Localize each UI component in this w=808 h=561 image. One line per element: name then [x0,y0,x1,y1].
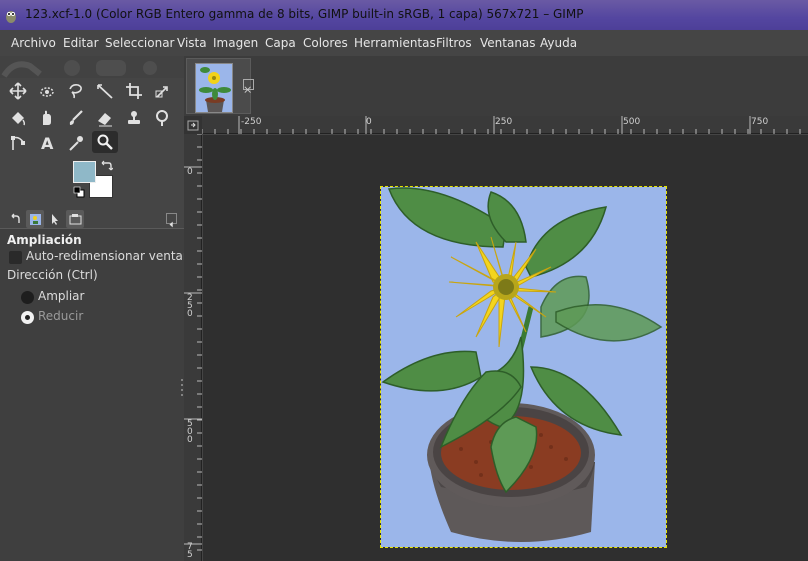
tab-undo-history[interactable] [6,210,24,228]
radio-zoom-in[interactable] [21,291,34,304]
tool-options-icon [69,213,81,224]
measure-tool-icon[interactable] [92,80,118,102]
ruler-corner-button[interactable] [184,116,202,134]
tool-options-panel: Ampliación Auto-redimensionar ventana Di… [0,228,198,561]
text-tool-icon[interactable]: A [34,132,60,154]
menu-colores[interactable]: Colores [303,36,348,50]
menu-editar[interactable]: Editar [63,36,99,50]
menu-ventanas[interactable]: Ventanas [480,36,536,50]
vruler-label: 500 [187,419,193,445]
wilber-drop-area [0,56,184,78]
wilber-decoration-icon [1,60,157,78]
smudge-hand-icon[interactable] [34,107,60,129]
image-canvas[interactable] [380,186,667,548]
crop-tool-icon[interactable] [121,80,147,102]
canvas-area: -250 0 250 500 750 0 250 500 75 [184,116,808,561]
canvas-viewport[interactable] [203,135,808,561]
image-tab-bar [184,56,808,116]
radio-zoom-in-label[interactable]: Ampliar [38,289,84,303]
sunflower-illustration [381,187,663,542]
radio-zoom-out[interactable] [21,311,34,324]
move-tool-icon[interactable] [5,80,31,102]
svg-text:A: A [41,134,54,152]
hruler-label: -250 [241,117,262,127]
eraser-icon[interactable] [92,107,118,129]
bucket-fill-icon[interactable] [5,107,31,129]
quick-mask-arrow-icon [187,120,199,131]
paths-tool-icon[interactable] [5,132,31,154]
image-thumb-icon [29,213,41,225]
toolbox: A Ampliación Auto-redimensionar ventana … [0,56,198,561]
vruler-label: 250 [187,293,193,319]
menu-herramientas[interactable]: Herramientas [354,36,436,50]
undo-icon [11,213,20,223]
tab-pointer[interactable] [46,210,64,228]
vertical-ruler-ticks [184,134,202,551]
tool-options-title: Ampliación [7,233,82,247]
menu-imagen[interactable]: Imagen [213,36,258,50]
sunflower-thumbnail-icon [199,67,231,112]
horizontal-ruler[interactable]: -250 0 250 500 750 [202,116,808,134]
dock-menu-button[interactable] [166,213,177,228]
menu-capa[interactable]: Capa [265,36,296,50]
menu-ayuda[interactable]: Ayuda [540,36,577,50]
title-bar: 123.xcf-1.0 (Color RGB Entero gamma de 8… [0,0,808,30]
color-picker-icon[interactable] [63,132,89,154]
auto-resize-checkbox[interactable] [9,251,22,264]
window-title: 123.xcf-1.0 (Color RGB Entero gamma de 8… [25,7,584,21]
paintbrush-icon[interactable] [63,107,89,129]
menu-vista[interactable]: Vista [177,36,207,50]
close-icon [244,86,251,93]
swap-colors-icon[interactable] [100,160,113,172]
hruler-label: 0 [366,117,372,127]
menu-seleccionar[interactable]: Seleccionar [105,36,174,50]
foreground-color-swatch[interactable] [73,161,96,183]
hruler-label: 750 [751,117,769,127]
vruler-label: 75 [187,542,193,560]
default-colors-icon[interactable] [73,186,85,198]
dock-tab-bar [0,208,184,230]
zoom-tool-icon[interactable] [92,131,118,153]
tab-close-button[interactable] [243,79,254,93]
unified-transform-icon[interactable] [150,80,176,102]
menu-filtros[interactable]: Filtros [436,36,472,50]
pointer-icon [51,213,58,225]
direction-label: Dirección (Ctrl) [7,268,98,282]
free-select-lasso-icon[interactable] [63,80,89,102]
vertical-ruler[interactable]: 0 250 500 75 [184,134,202,561]
hruler-label: 250 [495,117,513,127]
vruler-label: 0 [187,167,193,177]
blur-sharpen-icon[interactable] [150,107,176,129]
radio-zoom-out-label[interactable]: Reducir [38,309,83,323]
tab-tool-options[interactable] [66,210,84,228]
ellipse-select-icon[interactable] [34,80,60,102]
auto-resize-label[interactable]: Auto-redimensionar ventana [26,249,198,263]
image-tab[interactable] [186,58,251,114]
gimp-app-icon [6,11,16,23]
menu-archivo[interactable]: Archivo [11,36,56,50]
tab-images[interactable] [26,210,44,228]
menu-bar: Archivo Editar Seleccionar Vista Imagen … [0,30,808,56]
image-thumbnail[interactable] [195,63,233,113]
hruler-label: 500 [623,117,641,127]
clone-stamp-icon[interactable] [121,107,147,129]
